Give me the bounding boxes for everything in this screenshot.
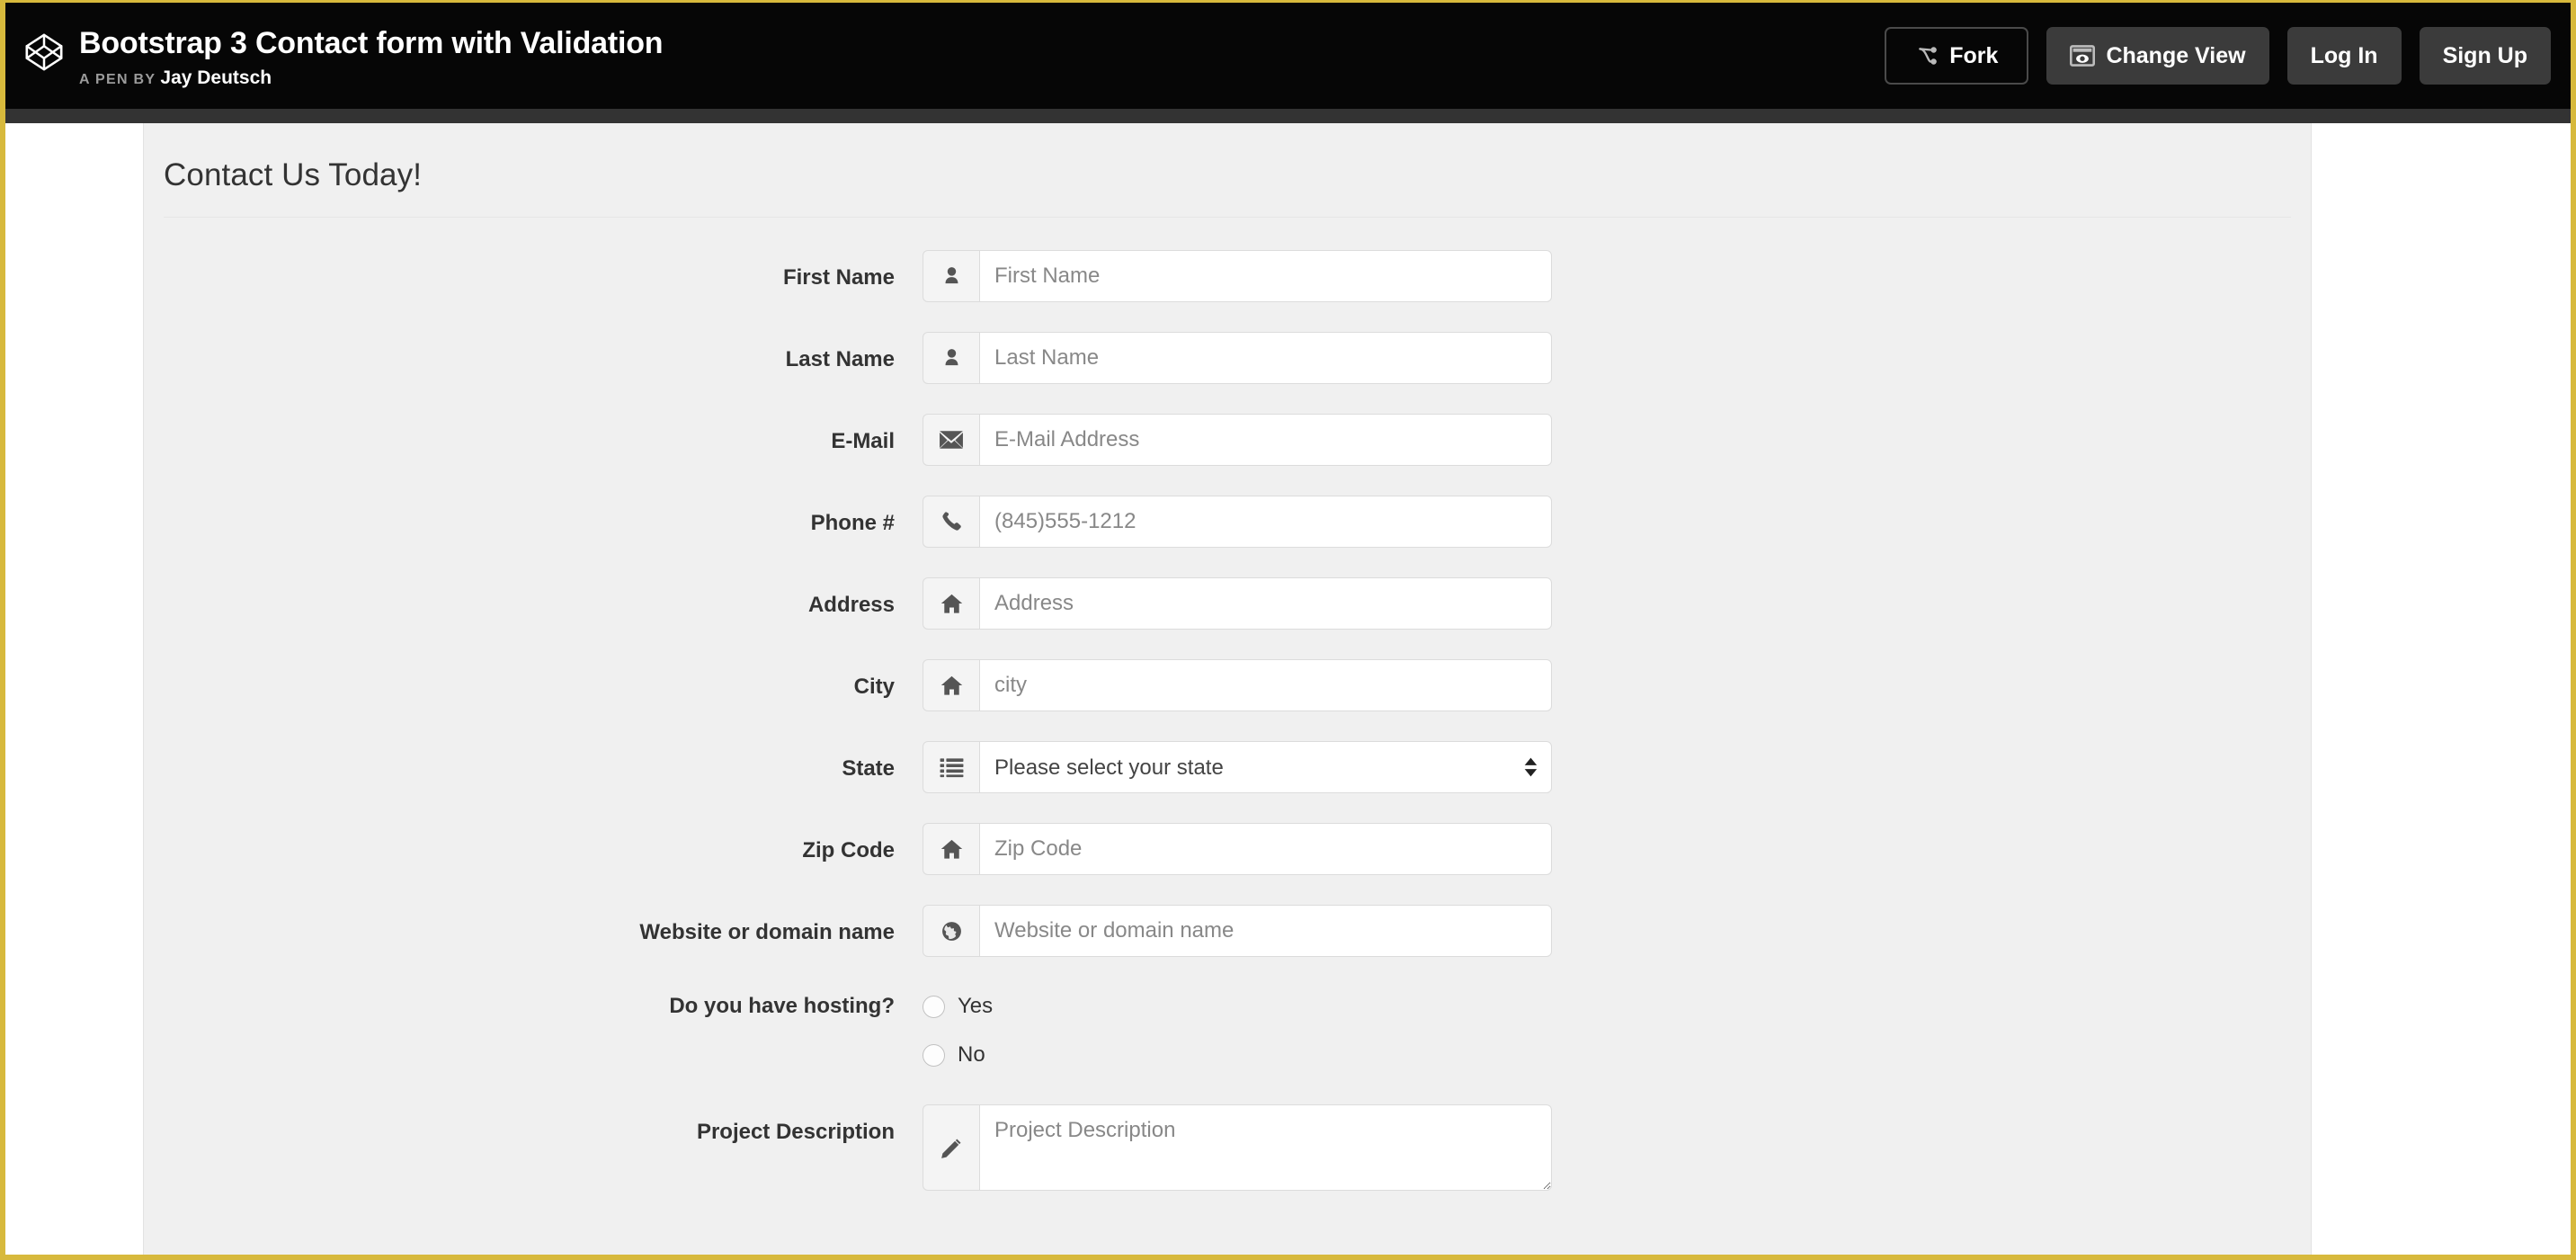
list-icon <box>923 741 979 793</box>
label-project-description: Project Description <box>696 1120 895 1144</box>
pen-titles: Bootstrap 3 Contact form with Validation… <box>79 26 664 89</box>
label-address: Address <box>807 593 895 617</box>
input-group-address <box>923 577 1552 630</box>
radio-option-yes[interactable]: Yes <box>923 987 1552 1026</box>
phone-input[interactable] <box>979 496 1552 548</box>
form-row-email: E-Mail <box>144 414 2311 466</box>
sign-up-button-label: Sign Up <box>2442 42 2527 68</box>
eye-in-box-icon <box>2070 45 2096 67</box>
city-input[interactable] <box>979 659 1552 711</box>
pen-page-frame: Bootstrap 3 Contact form with Validation… <box>0 0 2576 1260</box>
pen-preview-viewport: Contact Us Today! First Name Last Name <box>5 123 2571 1255</box>
radio-no-label: No <box>958 1042 985 1067</box>
last-name-input[interactable] <box>979 332 1552 384</box>
panel-divider <box>164 217 2291 218</box>
phone-icon <box>923 496 979 548</box>
label-last-name: Last Name <box>785 347 895 371</box>
input-group-email <box>923 414 1552 466</box>
topbar-actions: Fork Change View Log In Sign Up <box>1885 27 2551 85</box>
label-hosting: Do you have hosting? <box>669 994 895 1018</box>
editor-toolbar-strip <box>5 109 2571 123</box>
label-first-name: First Name <box>782 265 895 290</box>
envelope-icon <box>923 414 979 466</box>
input-group-zip <box>923 823 1552 875</box>
pen-title: Bootstrap 3 Contact form with Validation <box>79 26 664 61</box>
contact-form-panel: Contact Us Today! First Name Last Name <box>144 123 2311 1255</box>
input-group-project-description <box>923 1104 1552 1191</box>
label-website: Website or domain name <box>639 920 895 944</box>
label-city: City <box>853 675 895 699</box>
first-name-input[interactable] <box>979 250 1552 302</box>
form-row-state: State Please select your state <box>144 741 2311 793</box>
page-title: Contact Us Today! <box>164 157 423 192</box>
zip-code-input[interactable] <box>979 823 1552 875</box>
codepen-topbar: Bootstrap 3 Contact form with Validation… <box>5 3 2571 109</box>
label-phone: Phone # <box>810 511 895 535</box>
input-group-city <box>923 659 1552 711</box>
fork-button[interactable]: Fork <box>1885 27 2029 85</box>
home-icon <box>923 577 979 630</box>
address-input[interactable] <box>979 577 1552 630</box>
form-row-phone: Phone # <box>144 496 2311 548</box>
pen-brand-block: Bootstrap 3 Contact form with Validation… <box>23 22 1885 88</box>
change-view-button-label: Change View <box>2106 42 2246 68</box>
pen-author-name[interactable]: Jay Deutsch <box>160 67 272 88</box>
label-state: State <box>842 756 895 781</box>
form-row-hosting-no: No <box>144 1035 2311 1075</box>
form-row-last-name: Last Name <box>144 332 2311 384</box>
form-row-project-description: Project Description <box>144 1104 2311 1191</box>
git-fork-icon <box>1915 44 1939 67</box>
email-input[interactable] <box>979 414 1552 466</box>
radio-no-input[interactable] <box>923 1043 945 1067</box>
log-in-button[interactable]: Log In <box>2286 27 2402 85</box>
globe-icon <box>923 905 979 957</box>
radio-yes-input[interactable] <box>923 995 945 1018</box>
input-group-first-name <box>923 250 1552 302</box>
label-zip-code: Zip Code <box>802 838 895 862</box>
form-row-zip: Zip Code <box>144 823 2311 875</box>
radio-yes-label: Yes <box>958 994 994 1018</box>
fork-button-label: Fork <box>1949 42 1999 68</box>
label-hosting-spacer <box>144 1035 923 1050</box>
user-icon <box>923 332 979 384</box>
form-row-city: City <box>144 659 2311 711</box>
input-group-state: Please select your state <box>923 741 1552 793</box>
sign-up-button[interactable]: Sign Up <box>2419 27 2551 85</box>
home-icon <box>923 659 979 711</box>
website-input[interactable] <box>979 905 1552 957</box>
radio-option-no[interactable]: No <box>923 1035 1552 1075</box>
home-icon <box>923 823 979 875</box>
state-select-wrap: Please select your state <box>979 741 1552 793</box>
form-row-website: Website or domain name <box>144 905 2311 957</box>
pen-byline-prefix: A PEN BY <box>79 71 156 87</box>
form-row-first-name: First Name <box>144 250 2311 302</box>
input-group-phone <box>923 496 1552 548</box>
change-view-button[interactable]: Change View <box>2046 27 2269 85</box>
form-row-address: Address <box>144 577 2311 630</box>
form-row-hosting-yes: Do you have hosting? Yes <box>144 987 2311 1026</box>
input-group-last-name <box>923 332 1552 384</box>
project-description-textarea[interactable] <box>979 1104 1552 1191</box>
state-select[interactable]: Please select your state <box>979 741 1552 793</box>
log-in-button-label: Log In <box>2310 42 2378 68</box>
codepen-logo-icon[interactable] <box>23 31 65 73</box>
pencil-icon <box>923 1104 979 1191</box>
input-group-website <box>923 905 1552 957</box>
pen-byline: A PEN BY Jay Deutsch <box>79 67 663 89</box>
label-email: E-Mail <box>831 429 895 453</box>
user-icon <box>923 250 979 302</box>
